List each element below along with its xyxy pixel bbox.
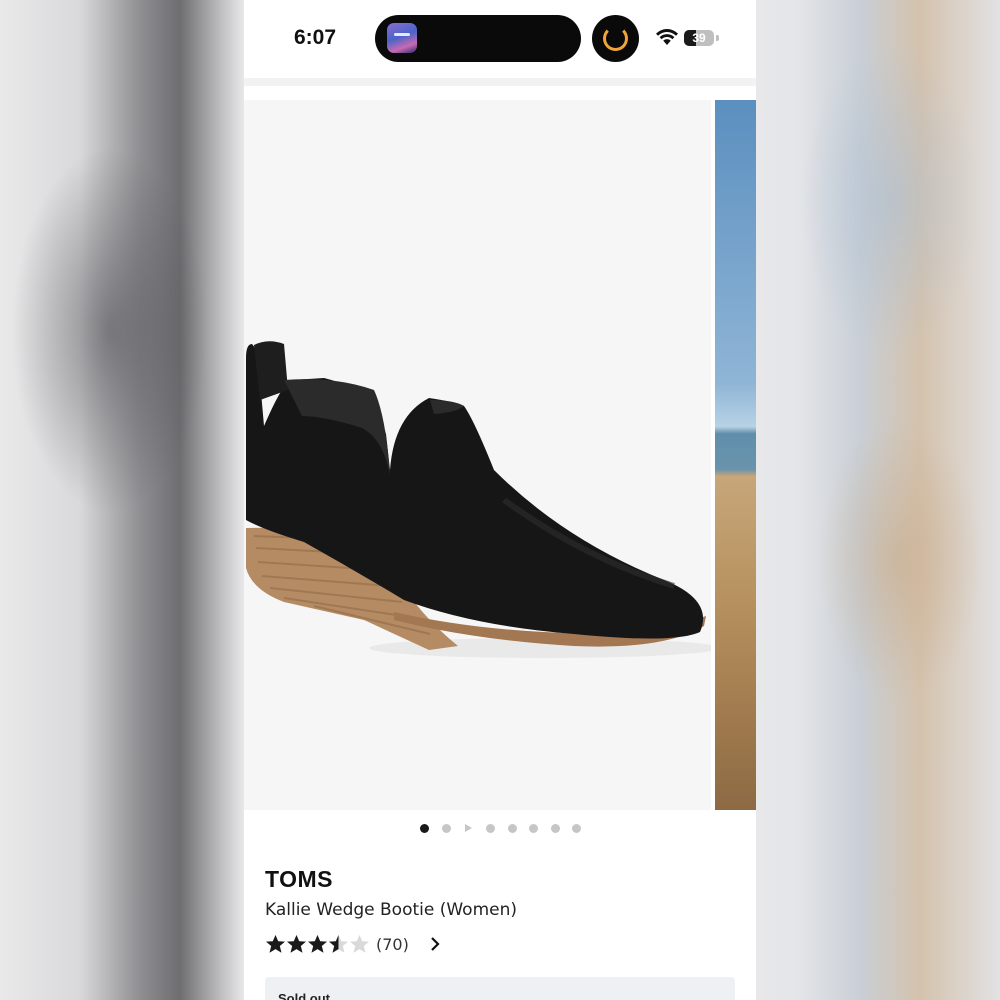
review-count[interactable]: (70) [376,935,409,954]
status-time: 6:07 [294,26,337,49]
chevron-right-icon[interactable] [429,937,441,951]
star-icon [329,935,348,953]
star-icon [350,935,369,953]
star-rating [265,934,370,954]
timer-activity[interactable] [592,15,639,62]
dynamic-island[interactable] [375,15,581,62]
product-photo[interactable] [244,100,711,810]
next-photo-preview[interactable] [715,100,756,810]
availability-label: Sold out [278,991,330,1000]
carousel-dot[interactable] [507,823,517,833]
carousel-dot[interactable] [486,823,495,833]
battery-tip [716,35,719,41]
product-title: Kallie Wedge Bootie (Women) [265,900,518,920]
header-divider [244,78,756,86]
carousel-dot[interactable] [441,823,451,833]
product-image-carousel[interactable] [244,100,756,810]
timer-icon [603,26,628,51]
star-icon [266,935,285,953]
bootie-image [246,341,711,658]
carousel-dot[interactable] [572,823,581,833]
rating-row[interactable]: (70) [265,932,441,956]
wifi-icon [656,29,678,45]
brand-name[interactable]: TOMS [265,866,333,893]
carousel-dot[interactable] [529,823,538,833]
star-icon [287,935,306,953]
carousel-video-dot[interactable] [465,824,472,832]
availability-banner: Sold out [265,977,735,1000]
battery-level-text: 39 [692,31,706,45]
battery-icon: 39 [684,30,714,46]
phone-screen: 6:07 39 TOMS Kallie Wedge Bootie (Women)… [244,0,756,1000]
carousel-page-indicator[interactable] [420,823,594,833]
carousel-dot[interactable] [420,823,429,833]
now-playing-thumbnail-icon[interactable] [387,23,417,53]
status-bar: 6:07 39 [244,0,756,78]
star-icon [308,935,327,953]
carousel-dot[interactable] [550,823,560,833]
